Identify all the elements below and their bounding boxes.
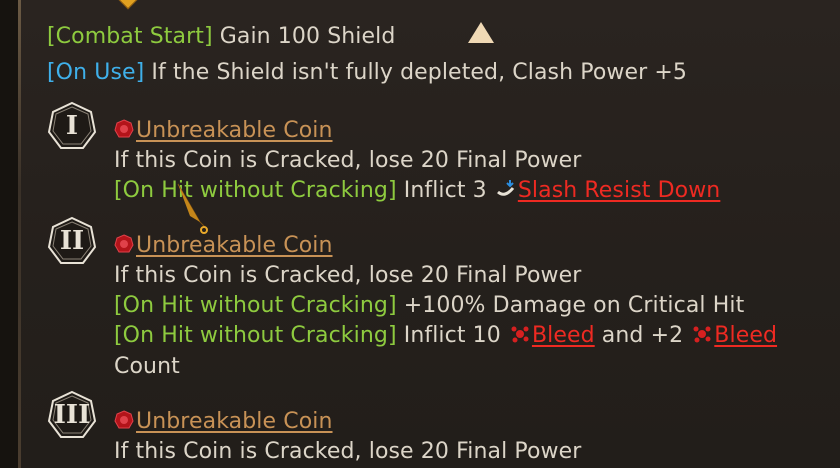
count-text: Count (114, 354, 180, 379)
coin-numeral-badge: II (47, 216, 97, 266)
bleed-link[interactable]: Bleed (532, 323, 595, 348)
bleed-icon (693, 326, 711, 343)
slash-resist-down-icon (496, 180, 515, 196)
combat-start-text: Gain 100 Shield (212, 24, 396, 49)
on-use-text: If the Shield isn't fully depleted, Clas… (144, 60, 687, 85)
coin-numeral-badge: I (47, 101, 97, 151)
coin-crack-text: If this Coin is Cracked, lose 20 Final P… (114, 148, 582, 173)
coin-effect-line: [On Hit without Cracking] +100% Damage o… (114, 292, 744, 320)
coin-crack-line: If this Coin is Cracked, lose 20 Final P… (114, 262, 581, 290)
coin-numeral-badge: III (47, 390, 97, 440)
coin-name-line: Unbreakable Coin (114, 232, 333, 260)
unbreakable-coin-icon (114, 119, 134, 138)
slash-resist-down-link[interactable]: Slash Resist Down (518, 178, 720, 203)
coin-crack-line: If this Coin is Cracked, lose 20 Final P… (114, 147, 581, 175)
coin-name-link[interactable]: Unbreakable Coin (136, 233, 333, 258)
coin-numeral: III (53, 400, 91, 430)
coin-effect-line: [On Hit without Cracking] Inflict 10 Ble… (114, 322, 777, 350)
on-hit-tag: [On Hit without Cracking] (114, 178, 397, 203)
bleed-link[interactable]: Bleed (714, 323, 777, 348)
coin-crack-text: If this Coin is Cracked, lose 20 Final P… (114, 263, 582, 288)
on-hit-text: +100% Damage on Critical Hit (396, 293, 745, 318)
coin-name-line: Unbreakable Coin (114, 117, 333, 145)
on-use-line: [On Use] If the Shield isn't fully deple… (47, 59, 687, 87)
pointer-cursor-icon (468, 22, 494, 43)
panel-frame-border (18, 0, 21, 468)
coin-numeral: II (59, 226, 85, 256)
coin-name-link[interactable]: Unbreakable Coin (136, 409, 333, 434)
coin-name-link[interactable]: Unbreakable Coin (136, 118, 333, 143)
on-hit-text: Inflict 3 (396, 178, 494, 203)
and-text: and +2 (594, 323, 691, 348)
bleed-icon (511, 326, 529, 343)
coin-crack-line: If this Coin is Cracked, lose 20 Final P… (114, 438, 581, 466)
combat-start-tag: [Combat Start] (47, 24, 213, 49)
unbreakable-coin-icon (114, 234, 134, 253)
on-hit-tag: [On Hit without Cracking] (114, 323, 397, 348)
coin-crack-text: If this Coin is Cracked, lose 20 Final P… (114, 439, 582, 464)
unbreakable-coin-icon (114, 410, 134, 429)
coin-numeral: I (65, 111, 79, 141)
on-hit-text: Inflict 10 (396, 323, 508, 348)
panel-left-edge (0, 0, 18, 468)
coin-name-line: Unbreakable Coin (114, 408, 333, 436)
pen-cursor-icon (177, 183, 208, 234)
on-hit-tag: [On Hit without Cracking] (114, 293, 397, 318)
on-use-tag: [On Use] (47, 60, 145, 85)
coin-effect-line: Count (114, 353, 180, 381)
combat-start-line: [Combat Start] Gain 100 Shield (47, 23, 395, 51)
